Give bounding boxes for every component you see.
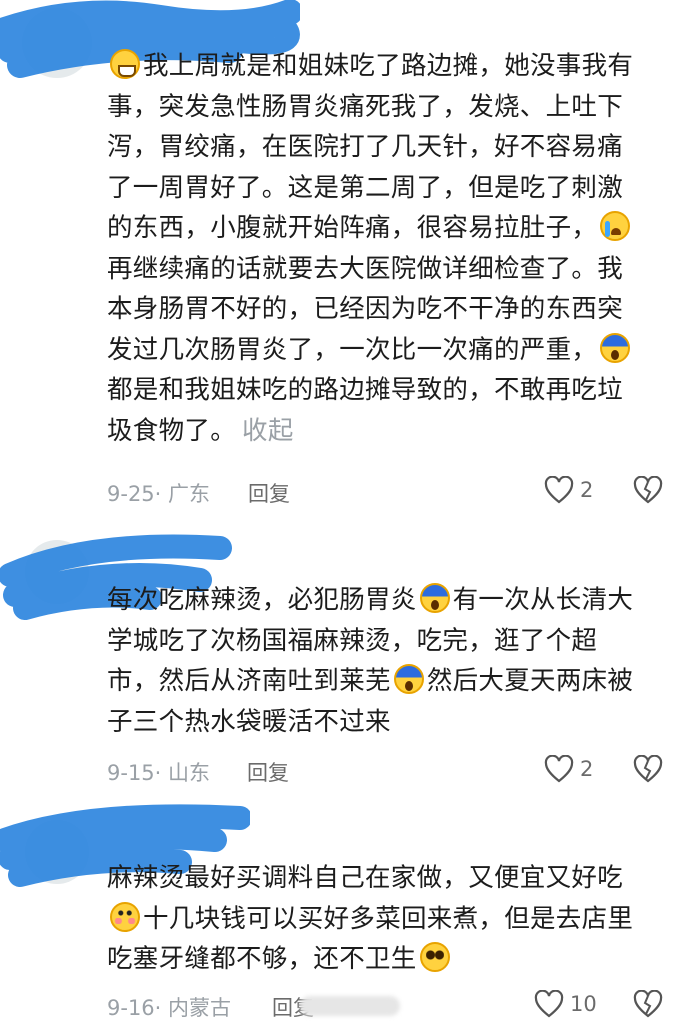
text-line: 十几块钱可以买好多菜回来煮，但是去店里 <box>107 899 655 940</box>
text-line: 都是和我姐妹吃的路边摊导致的，不敢再吃垃 <box>107 375 624 405</box>
comment-1: 我上周就是和姐妹吃了路边摊，她没事我有 事，突发急性肠胃炎痛死我了，发烧、上吐下… <box>0 0 690 520</box>
comment-2: 每次吃麻辣烫，必犯肠胃炎 有一次从长清大 学城吃了次杨国福麻辣烫，吃完，逛了个超 … <box>0 520 690 800</box>
flushed-emoji-icon <box>110 901 140 932</box>
comment-3: 麻辣烫最好买调料自己在家做，又便宜又好吃 十几块钱可以买好多菜回来煮，但是去店里… <box>0 800 690 1021</box>
text-line: 发过几次肠胃炎了，一次比一次痛的严重， <box>107 330 655 371</box>
reply-button[interactable]: 回复 <box>247 757 289 787</box>
text-line: 麻辣烫最好买调料自己在家做，又便宜又好吃 <box>107 863 624 893</box>
comment-location: 山东 <box>168 761 211 785</box>
heart-icon <box>544 476 574 504</box>
comment-location: 广东 <box>168 482 211 506</box>
comment-meta: 9-25· 广东 <box>107 482 211 506</box>
text-line: 学城吃了次杨国福麻辣烫，吃完，逛了个超 <box>107 625 598 656</box>
broken-heart-icon <box>633 755 663 783</box>
text-line: 市，然后从济南吐到莱芜 然后大夏天两床被 <box>107 664 634 696</box>
comment-text: 我上周就是和姐妹吃了路边摊，她没事我有 事，突发急性肠胃炎痛死我了，发烧、上吐下… <box>107 46 655 451</box>
screaming-emoji-icon <box>600 332 631 363</box>
comment-date: 9-15 <box>107 761 155 785</box>
screaming-emoji-icon <box>419 583 450 613</box>
comment-date: 9-25 <box>107 482 155 506</box>
text-line: 事，突发急性肠胃炎痛死我了，发烧、上吐下 <box>107 91 624 122</box>
text-line: 的东西，小腹就开始阵痛，很容易拉肚子， <box>107 208 655 249</box>
comment-meta: 9-16· 内蒙古 <box>107 996 232 1020</box>
collapse-link[interactable]: 收起 <box>242 416 294 446</box>
like-count: 2 <box>580 757 594 781</box>
like-button[interactable]: 2 <box>544 755 593 783</box>
avatar[interactable] <box>25 540 89 604</box>
avatar[interactable] <box>22 8 92 78</box>
text-line: 本身肠胃不好的，已经因为吃不干净的东西突 <box>107 294 624 324</box>
comment-text: 麻辣烫最好买调料自己在家做，又便宜又好吃 十几块钱可以买好多菜回来煮，但是去店里… <box>107 858 655 980</box>
reply-button[interactable]: 回复 <box>248 478 290 508</box>
text-line: 吃塞牙缝都不够，还不卫生 <box>107 939 655 980</box>
text-line: 泻，胃绞痛，在医院打了几天针，好不容易痛 <box>107 132 624 162</box>
dislike-button[interactable] <box>633 990 663 1018</box>
text-line: 子三个热水袋暖活不过来 <box>107 706 391 737</box>
broken-heart-icon <box>633 990 663 1018</box>
avatar[interactable] <box>25 820 89 884</box>
dislike-button[interactable] <box>633 476 663 504</box>
comment-location: 内蒙古 <box>168 996 232 1020</box>
comment-date: 9-16 <box>107 996 155 1020</box>
dislike-button[interactable] <box>633 755 663 783</box>
heart-icon <box>544 755 574 783</box>
text-line: 每次吃麻辣烫，必犯肠胃炎 有一次从长清大 <box>107 583 634 615</box>
crying-emoji-icon <box>600 211 631 241</box>
comment-text: 每次吃麻辣烫，必犯肠胃炎 有一次从长清大 学城吃了次杨国福麻辣烫，吃完，逛了个超 … <box>107 580 655 742</box>
comment-meta: 9-15· 山东 <box>107 761 211 785</box>
heart-icon <box>534 990 564 1018</box>
broken-heart-icon <box>633 476 663 504</box>
text-line: 了一周胃好了。这是第二周了，但是吃了刺激 <box>107 172 624 203</box>
screaming-emoji-icon <box>393 664 424 694</box>
like-count: 2 <box>580 478 594 502</box>
text-line: 我上周就是和姐妹吃了路边摊，她没事我有 <box>107 46 655 87</box>
text-line: 再继续痛的话就要去大医院做详细检查了。我 <box>107 253 624 284</box>
text-line: 圾食物了。 收起 <box>107 415 294 446</box>
like-button[interactable]: 2 <box>544 476 593 504</box>
grinning-sweat-emoji-icon <box>110 49 140 79</box>
like-count: 10 <box>570 992 597 1016</box>
obscured-element <box>300 996 400 1016</box>
like-button[interactable]: 10 <box>534 990 597 1018</box>
pleading-emoji-icon <box>419 942 450 972</box>
